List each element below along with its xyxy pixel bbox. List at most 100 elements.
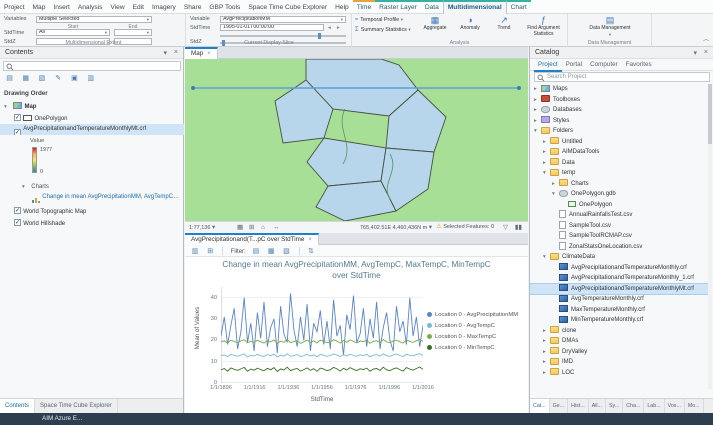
catalog-tab-portal[interactable]: Portal — [562, 59, 586, 72]
catalog-item-folders[interactable]: ▾ Folders — [530, 126, 710, 137]
catalog-item-onepolygon[interactable]: OnePolygon — [530, 200, 710, 211]
map-home-icon[interactable]: ⌂ — [261, 222, 265, 233]
layer-checkbox[interactable]: ✓ — [14, 219, 21, 227]
ribbon-tab-imagery[interactable]: Imagery — [148, 0, 180, 14]
stdtime-start-dropdown[interactable]: All ▾ — [36, 29, 110, 36]
layer-item-map[interactable]: ▾ Map — [0, 100, 184, 111]
chart-view-tab[interactable]: AvgPrecipitationand(T...pC over StdTime × — [185, 233, 319, 245]
list-by-editing-icon[interactable]: ✎ — [52, 73, 65, 84]
catalog-item-imd[interactable]: ▸ IMD — [530, 357, 710, 368]
catalog-item-aimdatatools[interactable]: ▸ AIMDataTools — [530, 147, 710, 158]
ribbon-tab-project[interactable]: Project — [0, 0, 29, 14]
catalog-item-sampletoolrcmap-csv[interactable]: SampleToolRCMAP.csv — [530, 231, 710, 242]
tree-expand-icon[interactable]: ▸ — [543, 357, 550, 368]
aggregate-button[interactable]: ▦ Aggregate — [418, 15, 452, 41]
layer-checkbox[interactable]: ✓ — [14, 207, 21, 215]
filter-selection-icon[interactable]: ▤ — [250, 246, 262, 256]
catalog-item-clone[interactable]: ▸ clone — [530, 326, 710, 337]
filter-time-icon[interactable]: ▦ — [265, 246, 277, 256]
catalog-item-maxtemperaturemonthly-crf[interactable]: MaxTemperatureMonthly.crf — [530, 305, 710, 316]
tree-expand-icon[interactable]: ▸ — [543, 137, 550, 148]
summary-statistics-button[interactable]: Σ Summary Statistics ▾ — [355, 26, 411, 34]
catalog-item-temp[interactable]: ▾ temp — [530, 168, 710, 179]
ribbon-tab-view[interactable]: View — [106, 0, 128, 14]
catalog-item-toolboxes[interactable]: ▸ Toolboxes — [530, 95, 710, 106]
catalog-search[interactable]: Search Project — [534, 72, 710, 82]
tree-expand-icon[interactable]: ▸ — [543, 158, 550, 169]
catalog-item-mintemperaturemonthly-crf[interactable]: MinTemperatureMonthly.crf — [530, 315, 710, 326]
variable-dropdown[interactable]: AvgPrecipitationMM ▾ — [220, 16, 346, 23]
ribbon-tab-time[interactable]: Time — [352, 0, 376, 14]
catalog-item-avgprecipitationandtemperaturemonthly-crf[interactable]: AvgPrecipitationandTemperatureMonthly.cr… — [530, 263, 710, 274]
trend-button[interactable]: ↗ Trend — [488, 15, 520, 41]
pane-menu-icon[interactable]: ▾ — [163, 49, 167, 57]
catalog-item-avgprecipitationandtemperaturemonthly-1-crf[interactable]: AvgPrecipitationandTemperatureMonthly_1.… — [530, 273, 710, 284]
chart-refresh-icon[interactable]: ⇅ — [305, 246, 317, 256]
pause-drawing-icon[interactable]: ▮▮ — [515, 222, 522, 233]
tree-expand-icon[interactable]: ▸ — [543, 336, 550, 347]
bottom-tab-space-time-cube-explorer[interactable]: Space Time Cube Explorer — [35, 399, 118, 414]
layer-item-hillshade[interactable]: ✓ World Hillshade — [0, 217, 184, 228]
charts-node[interactable]: ▾ Charts — [0, 180, 184, 191]
filter-extent-icon[interactable]: ▧ — [280, 246, 292, 256]
legend-item-location-0-mintempc[interactable]: Location 0 - MinTempC — [427, 343, 518, 354]
temporal-profile-button[interactable]: ≈ Temporal Profile ▾ — [355, 16, 403, 24]
ribbon-tab-edit[interactable]: Edit — [129, 0, 148, 14]
tree-expand-icon[interactable]: ▸ — [534, 116, 541, 127]
map-flash-icon[interactable]: ⊞ — [249, 222, 254, 233]
tree-expand-icon[interactable]: ▸ — [543, 368, 550, 379]
legend-item-location-0-avgprecipitationmm[interactable]: Location 0 - AvgPrecipitationMM — [427, 310, 518, 321]
layer-checkbox[interactable]: ✓ — [14, 129, 21, 135]
stdtime-slider-thumb[interactable] — [318, 33, 321, 39]
layer-item-topographic[interactable]: ✓ World Topographic Map — [0, 205, 184, 216]
catalog-item-untitled[interactable]: ▸ Untitled — [530, 137, 710, 148]
ribbon-tab-insert[interactable]: Insert — [49, 0, 74, 14]
ribbon-tab-data[interactable]: Data — [420, 0, 443, 14]
tree-expand-icon[interactable]: ▸ — [543, 326, 550, 337]
catalog-item-onepolygon-gdb[interactable]: ▾ OnePolygon.gdb — [530, 189, 710, 200]
ribbon-collapse-icon[interactable]: ︿ — [703, 34, 709, 43]
catalog-item-data[interactable]: ▸ Data — [530, 158, 710, 169]
bottom-tab-contents[interactable]: Contents — [0, 399, 36, 414]
catalog-tab-computer[interactable]: Computer — [586, 59, 622, 72]
slice-next-icon[interactable]: ▸ — [337, 25, 340, 32]
bottom-tab-all[interactable]: All... — [589, 399, 607, 414]
profile-line-vertex[interactable] — [191, 86, 195, 90]
slice-prev-icon[interactable]: ◂ — [328, 25, 331, 32]
slice-stdtime-field[interactable]: 1995-01-01T00:00:00 — [220, 24, 324, 31]
filter-icon[interactable]: ▽ — [503, 222, 508, 233]
data-management-button[interactable]: ▤ Data Management ▾ — [578, 15, 642, 41]
map-extent-icon[interactable]: ↔ — [273, 222, 280, 233]
bottom-tab-lab[interactable]: Lab... — [644, 399, 665, 414]
chart-properties-icon[interactable]: ▥ — [189, 246, 201, 256]
ribbon-tab-map[interactable]: Map — [29, 0, 50, 14]
legend-item-location-0-avgtempc[interactable]: Location 0 - AvgTempC — [427, 321, 518, 332]
tree-collapse-icon[interactable]: ▾ — [22, 182, 29, 191]
ribbon-tab-chart[interactable]: Chart — [506, 0, 531, 14]
tree-collapse-icon[interactable]: ▾ — [4, 102, 11, 111]
catalog-item-maps[interactable]: ▸ Maps — [530, 84, 710, 95]
selected-features-status[interactable]: ⚠ Selected Features: 0 — [436, 222, 494, 233]
map-canvas[interactable] — [185, 58, 528, 222]
ribbon-tab-multidimensional[interactable]: Multidimensional — [442, 0, 507, 14]
list-by-snapping-icon[interactable]: ▣ — [68, 73, 81, 84]
catalog-item-loc[interactable]: ▸ LOC — [530, 368, 710, 379]
legend-item-location-0-maxtempc[interactable]: Location 0 - MaxTempC — [427, 332, 518, 343]
layer-item-onepolygon[interactable]: ✓ OnePolygon — [0, 112, 184, 123]
catalog-item-styles[interactable]: ▸ Styles — [530, 116, 710, 127]
tree-expand-icon[interactable]: ▸ — [534, 95, 541, 106]
bottom-tab-hist[interactable]: Hist... — [568, 399, 589, 414]
polygon-swatch[interactable] — [23, 114, 33, 121]
catalog-item-climatedata[interactable]: ▾ ClimateData — [530, 252, 710, 263]
catalog-scrollbar[interactable] — [708, 84, 712, 389]
chart-export-icon[interactable]: ⊞ — [204, 246, 216, 256]
tree-expand-icon[interactable]: ▸ — [543, 147, 550, 158]
tree-collapse-icon[interactable]: ▾ — [552, 189, 559, 200]
catalog-item-charts[interactable]: ▸ Charts — [530, 179, 710, 190]
stdtime-slider[interactable] — [220, 33, 346, 39]
stdtime-end-dropdown[interactable]: ▾ — [114, 29, 152, 36]
ribbon-tab-space-time-cube-explorer[interactable]: Space Time Cube Explorer — [244, 0, 331, 14]
pane-menu-icon[interactable]: ▾ — [693, 49, 697, 57]
bottom-tab-cha[interactable]: Cha... — [623, 399, 645, 414]
tree-collapse-icon[interactable]: ▾ — [534, 126, 541, 137]
